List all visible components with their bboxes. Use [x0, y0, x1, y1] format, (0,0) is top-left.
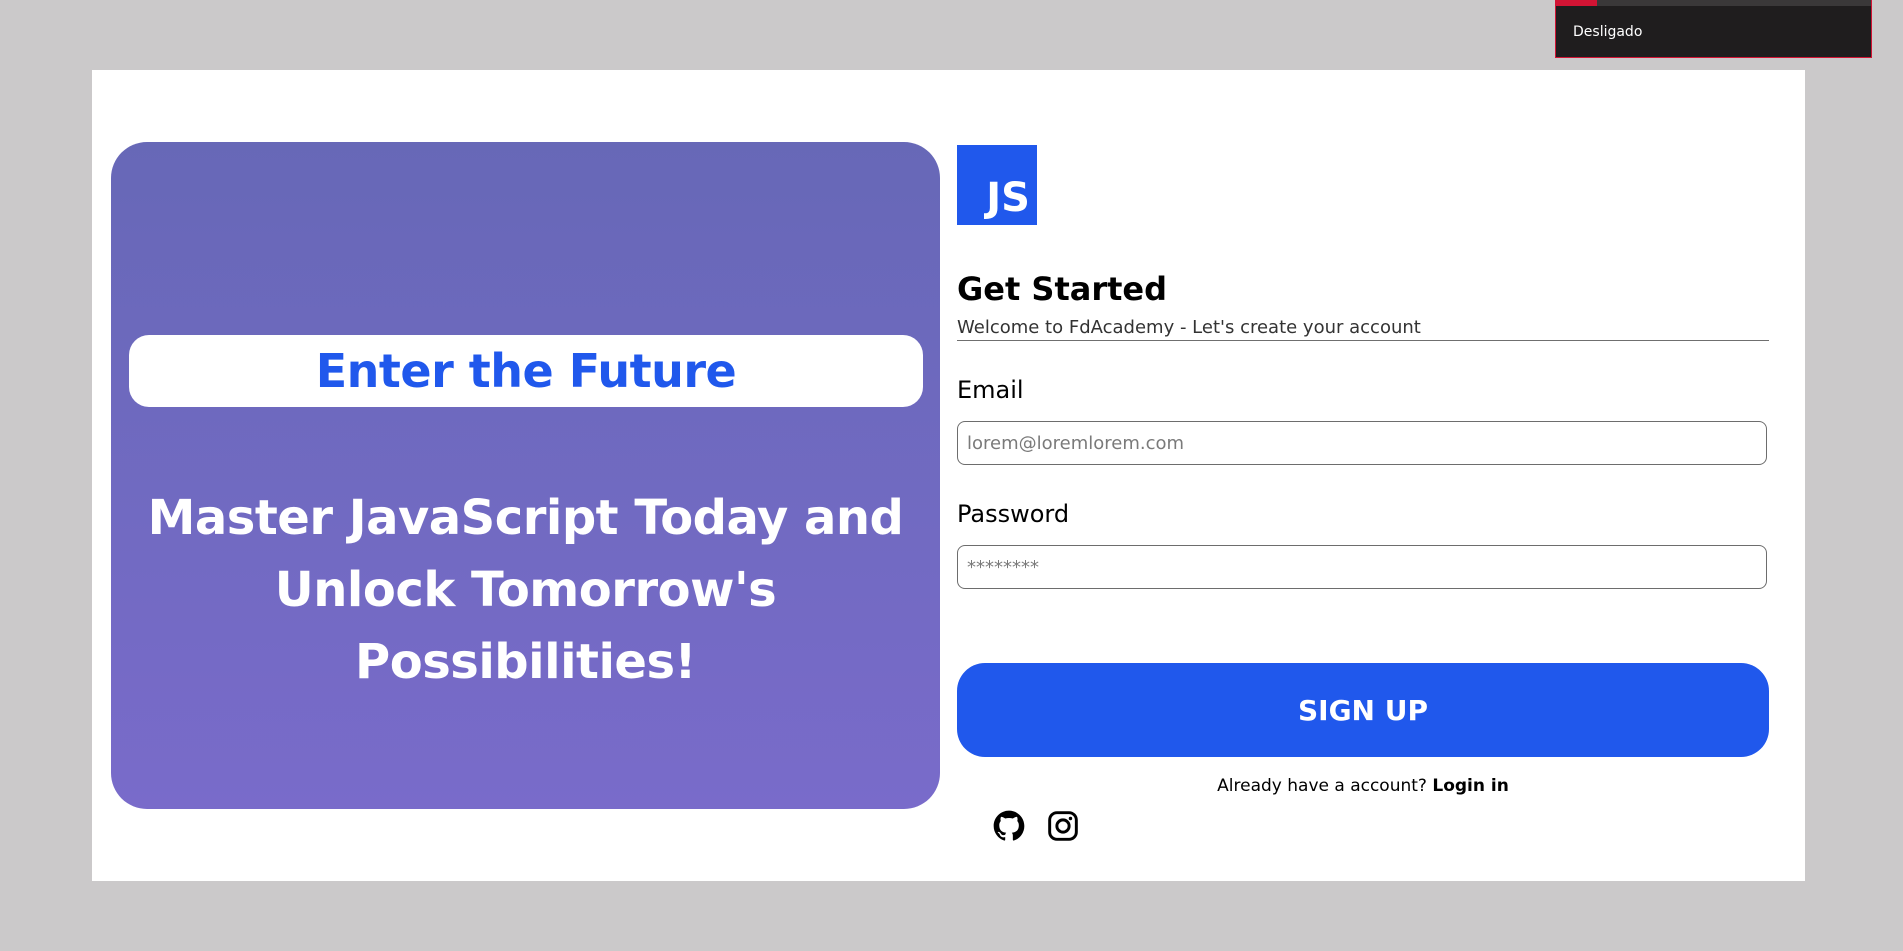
hero-panel: Enter the Future Master JavaScript Today… [111, 142, 940, 809]
toast-progress-fill [1556, 0, 1597, 6]
github-link[interactable] [993, 810, 1025, 842]
hero-headline-line-1: Master JavaScript Today and [147, 490, 904, 546]
password-label: Password [957, 500, 1070, 528]
hero-tagline: Enter the Future [315, 344, 737, 398]
login-prompt-text: Already have a account? [1217, 776, 1427, 796]
form-divider [957, 340, 1769, 341]
toast-progress-track [1556, 0, 1871, 6]
js-logo: JS [957, 145, 1037, 225]
js-logo-text: JS [986, 175, 1030, 221]
hero-headline: Master JavaScript Today and Unlock Tomor… [111, 482, 940, 698]
form-title: Get Started [957, 270, 1168, 308]
login-prompt: Already have a account? Login in [957, 776, 1769, 796]
hero-tagline-pill: Enter the Future [129, 335, 923, 407]
signup-form: JS Get Started Welcome to FdAcademy - Le… [957, 70, 1769, 881]
form-subtitle: Welcome to FdAcademy - Let's create your… [957, 317, 1421, 338]
hero-headline-line-2: Unlock Tomorrow's Possibilities! [274, 562, 777, 690]
signup-button[interactable]: SIGN UP [957, 663, 1769, 757]
instagram-icon [1048, 811, 1078, 841]
password-field[interactable] [957, 545, 1767, 589]
login-link[interactable]: Login in [1432, 776, 1508, 796]
signup-page: Enter the Future Master JavaScript Today… [92, 70, 1805, 881]
toast-notification: Desligado [1555, 0, 1872, 58]
github-icon [993, 810, 1025, 841]
email-label: Email [957, 376, 1024, 404]
toast-text: Desligado [1573, 24, 1643, 40]
social-links [993, 810, 1079, 842]
email-field[interactable] [957, 421, 1767, 465]
instagram-link[interactable] [1047, 810, 1079, 842]
